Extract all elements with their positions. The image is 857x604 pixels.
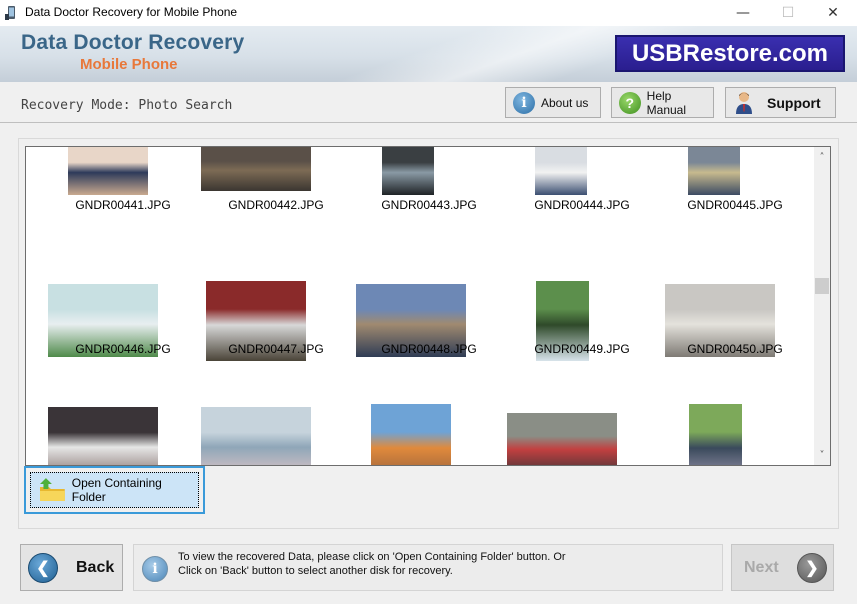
photo-thumbnail-image[interactable]: [201, 147, 311, 191]
close-icon: ✕: [827, 5, 839, 21]
info-icon: i: [513, 91, 535, 114]
header-divider: [0, 122, 857, 123]
photo-filename: GNDR00454.JPG: [507, 465, 657, 466]
maximize-icon: ☐: [781, 5, 795, 21]
folder-open-icon: [39, 478, 65, 501]
photo-thumbnail-image[interactable]: [507, 413, 617, 465]
photo-thumbnail-image[interactable]: [201, 407, 311, 465]
window-titlebar: Data Doctor Recovery for Mobile Phone — …: [0, 0, 857, 26]
photo-filename: GNDR00447.JPG: [228, 342, 324, 356]
instruction-line-1: To view the recovered Data, please click…: [178, 551, 566, 563]
chevron-up-icon: ˄: [819, 151, 825, 163]
photo-filename: GNDR00445.JPG: [687, 198, 783, 212]
photo-thumbnail-item[interactable]: GNDR00448.JPG: [354, 268, 504, 378]
about-us-label: About us: [541, 95, 589, 110]
gallery-scrollbar[interactable]: ˄ ˅: [814, 147, 830, 465]
photo-thumbnail-image[interactable]: [382, 147, 434, 195]
photo-filename: GNDR00446.JPG: [75, 342, 171, 356]
next-button[interactable]: Next ❯: [731, 544, 834, 591]
photo-thumbnail-item[interactable]: GNDR00441.JPG: [48, 147, 198, 255]
photo-thumbnail-item[interactable]: GNDR00447.JPG: [201, 268, 351, 378]
brand-title: Data Doctor Recovery: [21, 31, 245, 54]
photo-thumbnail-image[interactable]: [535, 147, 587, 195]
photo-thumbnail-item[interactable]: GNDR00453.JPG: [354, 391, 504, 466]
help-manual-label: Help Manual: [646, 88, 687, 117]
photo-filename: GNDR00455.JPG: [660, 465, 810, 466]
instruction-box: i To view the recovered Data, please cli…: [133, 544, 723, 591]
scroll-down-button[interactable]: ˅: [814, 447, 830, 463]
minimize-icon: —: [736, 5, 750, 21]
chevron-down-icon: ˅: [819, 449, 825, 461]
app-banner: Data Doctor Recovery Mobile Phone USBRes…: [0, 26, 857, 82]
photo-thumbnail-image[interactable]: [48, 407, 158, 465]
photo-filename: GNDR00450.JPG: [687, 342, 783, 356]
support-person-icon: [736, 91, 752, 114]
chevron-left-icon: ❮: [28, 552, 58, 583]
photo-filename: GNDR00449.JPG: [534, 342, 630, 356]
photo-thumbnail-item[interactable]: GNDR00455.JPG: [660, 391, 810, 466]
open-folder-label: Open Containing Folder: [71, 476, 162, 504]
maximize-button[interactable]: ☐: [765, 0, 811, 26]
app-icon: [5, 6, 15, 20]
scroll-thumb[interactable]: [815, 278, 829, 294]
about-us-button[interactable]: i About us: [505, 87, 601, 118]
photo-thumbnail-image[interactable]: [689, 404, 742, 465]
photo-thumbnail-image[interactable]: [68, 147, 148, 195]
photo-thumbnail-item[interactable]: GNDR00450.JPG: [660, 268, 810, 378]
photo-gallery[interactable]: GNDR00441.JPG GNDR00442.JPG GNDR00443.JPG G…: [25, 146, 831, 466]
window-title: Data Doctor Recovery for Mobile Phone: [25, 5, 238, 19]
usbrestore-logo[interactable]: USBRestore.com: [615, 35, 845, 72]
photo-filename: GNDR00442.JPG: [228, 198, 324, 212]
chevron-right-icon: ❯: [797, 552, 827, 583]
photo-thumbnail-item[interactable]: GNDR00446.JPG: [48, 268, 198, 378]
photo-thumbnail-item[interactable]: GNDR00451.JPG: [48, 391, 198, 465]
photo-thumbnail-item[interactable]: GNDR00452.JPG: [201, 391, 351, 466]
back-button[interactable]: ❮ Back: [20, 544, 123, 591]
help-icon: ?: [619, 91, 641, 114]
support-button[interactable]: Support: [725, 87, 836, 118]
photo-thumbnail-item[interactable]: GNDR00449.JPG: [507, 268, 657, 378]
photo-filename: GNDR00444.JPG: [534, 198, 630, 212]
photo-thumbnail-item[interactable]: GNDR00454.JPG: [507, 391, 657, 466]
info-icon: i: [142, 556, 168, 582]
photo-thumbnail-item[interactable]: GNDR00444.JPG: [507, 147, 657, 255]
recovery-mode-label: Recovery Mode: Photo Search: [21, 98, 233, 113]
photo-thumbnail-item[interactable]: GNDR00442.JPG: [201, 147, 351, 255]
close-button[interactable]: ✕: [810, 0, 856, 26]
photo-filename: GNDR00452.JPG: [201, 465, 351, 466]
photo-thumbnail-image[interactable]: [371, 404, 451, 465]
minimize-button[interactable]: —: [720, 0, 766, 26]
photo-filename: GNDR00443.JPG: [381, 198, 477, 212]
photo-thumbnail-image[interactable]: [688, 147, 740, 195]
photo-thumbnail-item[interactable]: GNDR00445.JPG: [660, 147, 810, 255]
scroll-up-button[interactable]: ˄: [814, 149, 830, 165]
open-containing-folder-button[interactable]: Open Containing Folder: [24, 466, 205, 514]
instruction-line-2: Click on 'Back' button to select another…: [178, 565, 453, 577]
photo-filename: GNDR00448.JPG: [381, 342, 477, 356]
help-manual-button[interactable]: ? Help Manual: [611, 87, 714, 118]
next-label: Next: [744, 558, 779, 576]
back-label: Back: [76, 558, 115, 576]
photo-filename: GNDR00453.JPG: [354, 465, 504, 466]
support-label: Support: [767, 94, 821, 111]
photo-thumbnail-item[interactable]: GNDR00443.JPG: [354, 147, 504, 255]
photo-filename: GNDR00441.JPG: [75, 198, 171, 212]
brand-subtitle: Mobile Phone: [80, 56, 178, 73]
